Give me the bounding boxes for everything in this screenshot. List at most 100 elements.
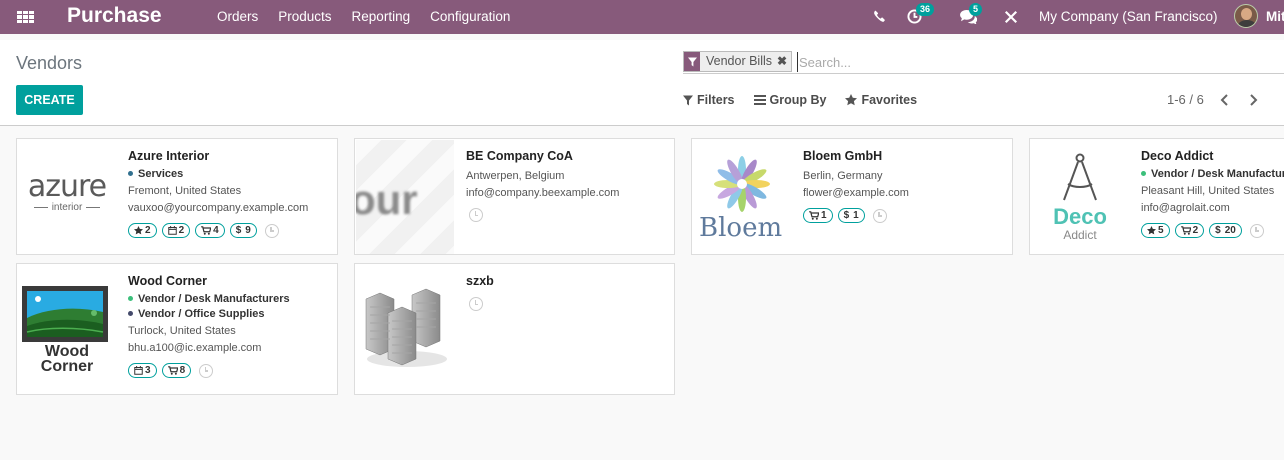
- calendar-stat-button[interactable]: 2: [161, 223, 191, 238]
- control-panel: Vendors CREATE Vendor Bills ✖ Filters Gr…: [0, 40, 1284, 126]
- vendor-name: Azure Interior: [128, 149, 210, 163]
- vendor-location: Turlock, United States: [128, 325, 236, 337]
- list-icon: [753, 95, 766, 105]
- cart-stat-button[interactable]: 1: [803, 208, 833, 223]
- wood-logo-text: Wood Corner: [40, 343, 94, 375]
- cart-icon: [1180, 226, 1191, 235]
- cart-stat-button[interactable]: 4: [195, 223, 225, 238]
- category-tag: Services: [128, 166, 337, 181]
- deco-logo-subtext: Addict: [1063, 228, 1097, 242]
- filters-button[interactable]: Filters: [683, 93, 735, 107]
- vendor-card[interactable]: Bloem Bloem GmbH Berlin, Germany flower@…: [691, 138, 1013, 255]
- vendor-name: Bloem GmbH: [803, 149, 883, 163]
- messages-icon[interactable]: 5: [960, 3, 983, 27]
- chevron-left-icon[interactable]: [1218, 93, 1232, 107]
- facet-label: Vendor Bills: [706, 54, 773, 68]
- vendor-name: Wood Corner: [128, 274, 207, 288]
- menu-item-products[interactable]: Products: [268, 9, 341, 24]
- dollar-stat-button[interactable]: $9: [229, 223, 257, 238]
- favorites-button[interactable]: Favorites: [845, 93, 917, 107]
- vendor-name: Deco Addict: [1141, 149, 1214, 163]
- vendor-email: info@agrolait.com: [1141, 202, 1230, 214]
- phone-icon[interactable]: [873, 10, 886, 26]
- star-stat-button[interactable]: 2: [128, 223, 157, 238]
- dollar-icon: $: [843, 210, 850, 221]
- user-avatar[interactable]: [1234, 4, 1258, 28]
- star-stat-button[interactable]: 5: [1141, 223, 1170, 238]
- star-icon: [1147, 226, 1156, 235]
- vendor-email: vauxoo@yourcompany.example.com: [128, 202, 309, 214]
- facet-remove-icon[interactable]: ✖: [777, 52, 791, 71]
- vendor-location: Berlin, Germany: [803, 170, 883, 182]
- breadcrumb: Vendors: [16, 53, 83, 73]
- company-switcher[interactable]: My Company (San Francisco): [1039, 9, 1218, 24]
- activity-clock-icon[interactable]: [199, 363, 214, 378]
- group-by-button[interactable]: Group By: [753, 93, 827, 107]
- vendor-email: flower@example.com: [803, 187, 909, 199]
- vendor-logo: [356, 265, 454, 379]
- deco-logo-text: Deco: [1053, 204, 1107, 229]
- activity-clock-icon[interactable]: 36: [907, 3, 935, 27]
- your-logo-text: our: [356, 176, 418, 223]
- cart-stat-button[interactable]: 8: [161, 363, 192, 378]
- activity-clock-icon[interactable]: [469, 297, 483, 311]
- main-menu: Orders Products Reporting Configuration: [207, 9, 520, 24]
- vendor-card[interactable]: Wood Corner Wood Corner Vendor / Desk Man…: [16, 263, 338, 395]
- calendar-icon: [134, 366, 143, 375]
- message-count-badge: 5: [969, 3, 983, 16]
- search-input[interactable]: [797, 52, 1277, 72]
- dollar-icon: $: [1215, 225, 1221, 236]
- user-name[interactable]: Mitc: [1266, 9, 1284, 24]
- search-facet[interactable]: Vendor Bills ✖: [683, 51, 793, 72]
- vendor-card[interactable]: azure interior Azure Interior Services F…: [16, 138, 338, 255]
- filter-icon: [684, 52, 700, 71]
- group-by-label: Group By: [769, 93, 827, 107]
- chevron-right-icon[interactable]: [1246, 93, 1260, 107]
- category-tag: Vendor / Office Supplies: [128, 306, 337, 321]
- category-tag: Vendor / Desk Manufacturers: [128, 291, 337, 306]
- compass-icon: [1063, 153, 1097, 201]
- vendor-card[interactable]: our BE Company CoA Antwerpen, Belgium in…: [354, 138, 675, 255]
- activity-clock-icon[interactable]: [872, 208, 887, 223]
- azure-logo-subtext: interior: [51, 202, 83, 213]
- activity-clock-icon[interactable]: [264, 223, 279, 238]
- filter-icon: [683, 95, 693, 105]
- vendor-card[interactable]: szxb: [354, 263, 675, 395]
- vendor-location: Pleasant Hill, United States: [1141, 185, 1275, 197]
- apps-menu-icon[interactable]: [17, 11, 34, 23]
- vendor-card[interactable]: Deco Addict Deco Addict Vendor / Desk Ma…: [1029, 138, 1284, 255]
- dollar-stat-button[interactable]: $20: [1209, 223, 1242, 238]
- vendor-logo: our: [356, 140, 454, 254]
- vendor-location: Antwerpen, Belgium: [466, 170, 565, 182]
- cart-icon: [167, 366, 178, 375]
- dollar-stat-button[interactable]: $1: [837, 208, 865, 223]
- azure-logo-text: azure: [27, 169, 107, 204]
- app-title: Purchase: [67, 4, 162, 27]
- activity-clock-icon[interactable]: [1249, 223, 1264, 238]
- vendor-logo: Deco Addict: [1031, 140, 1129, 254]
- calendar-icon: [167, 226, 177, 235]
- pager: 1-6 / 6: [1167, 92, 1260, 107]
- menu-item-configuration[interactable]: Configuration: [420, 9, 520, 24]
- menu-item-reporting[interactable]: Reporting: [342, 9, 421, 24]
- activity-clock-icon[interactable]: [469, 208, 483, 222]
- create-button[interactable]: CREATE: [16, 85, 83, 115]
- vendor-name: BE Company CoA: [466, 149, 573, 163]
- favorites-label: Favorites: [861, 93, 918, 107]
- search-options: Filters Group By Favorites: [683, 93, 917, 107]
- filters-label: Filters: [697, 93, 735, 107]
- vendor-email: bhu.a100@ic.example.com: [128, 342, 262, 354]
- dollar-icon: $: [235, 225, 242, 236]
- debug-tools-icon[interactable]: [1004, 10, 1018, 27]
- calendar-stat-button[interactable]: 3: [128, 363, 157, 378]
- bloem-flower-icon: [714, 156, 770, 212]
- cart-stat-button[interactable]: 2: [1174, 223, 1205, 238]
- vendor-logo: azure interior: [18, 140, 116, 254]
- landscape-icon: [22, 286, 108, 342]
- cart-icon: [809, 211, 819, 220]
- vendor-location: Fremont, United States: [128, 185, 242, 197]
- star-icon: [845, 94, 858, 106]
- vendor-name: szxb: [466, 274, 494, 288]
- pager-value[interactable]: 1-6 / 6: [1167, 92, 1204, 107]
- menu-item-orders[interactable]: Orders: [207, 9, 268, 24]
